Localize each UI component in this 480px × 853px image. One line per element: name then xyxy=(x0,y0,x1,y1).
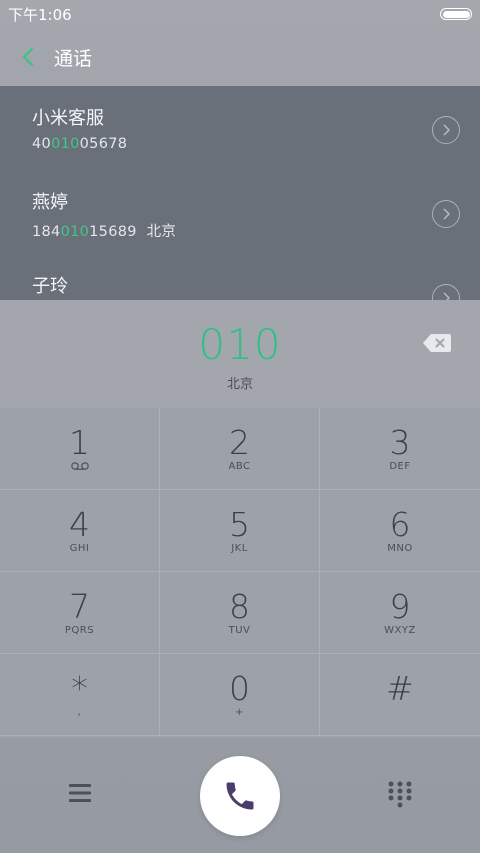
contact-number: 18401015689 北京 xyxy=(32,224,177,240)
key-star[interactable]: *, xyxy=(0,654,160,736)
chevron-right-icon xyxy=(443,208,451,220)
key-1[interactable]: 1 xyxy=(0,408,160,490)
dial-keypad: 1 2 ABC 3 DEF 4 GHI 5 JKL 6 MNO 7 PQRS 8 TUV 9W… xyxy=(0,408,480,738)
status-time: 下午1:06 xyxy=(8,5,72,24)
search-results-list[interactable]: 小米客服 4001005678 燕婷 18401015689 北京 子玲 xyxy=(0,86,480,300)
key-7[interactable]: 7 PQRS xyxy=(0,572,160,654)
dialed-digits: 010 xyxy=(198,320,282,369)
battery-icon xyxy=(440,8,472,20)
chevron-right-icon xyxy=(443,124,451,136)
dialed-location: 北京 xyxy=(226,377,253,392)
page-title: 通话 xyxy=(54,47,93,70)
key-5[interactable]: 5 JKL xyxy=(160,490,320,572)
status-bar: 下午1:06 xyxy=(0,0,480,28)
chevron-left-icon xyxy=(22,47,34,67)
back-button[interactable] xyxy=(16,45,40,69)
key-9[interactable]: 9 WXYZ xyxy=(320,572,480,654)
list-item[interactable]: 燕婷 18401015689 北京 xyxy=(0,170,480,254)
call-button[interactable] xyxy=(200,756,280,836)
key-8[interactable]: 8 TUV xyxy=(160,572,320,654)
menu-icon[interactable] xyxy=(66,782,94,804)
key-3[interactable]: 3 DEF xyxy=(320,408,480,490)
dialpad-icon[interactable] xyxy=(386,780,414,810)
top-bar: 通话 xyxy=(0,28,480,86)
contact-name: 子玲 xyxy=(32,276,68,297)
contact-number: 4001005678 xyxy=(32,136,128,152)
key-hash[interactable]: # xyxy=(320,654,480,736)
number-entry: 010 北京 xyxy=(0,300,480,408)
details-button[interactable] xyxy=(432,200,460,228)
key-6[interactable]: 6 MNO xyxy=(320,490,480,572)
backspace-icon[interactable] xyxy=(422,332,452,354)
bottom-bar xyxy=(0,738,480,853)
voicemail-icon xyxy=(70,461,90,473)
list-item[interactable]: 子玲 xyxy=(0,254,480,300)
contact-name: 燕婷 xyxy=(32,192,68,213)
key-0[interactable]: 0 + xyxy=(160,654,320,736)
phone-icon xyxy=(226,782,254,810)
key-4[interactable]: 4 GHI xyxy=(0,490,160,572)
list-item[interactable]: 小米客服 4001005678 xyxy=(0,86,480,170)
key-2[interactable]: 2 ABC xyxy=(160,408,320,490)
contact-name: 小米客服 xyxy=(32,108,104,129)
chevron-right-icon xyxy=(443,292,451,300)
details-button[interactable] xyxy=(432,116,460,144)
